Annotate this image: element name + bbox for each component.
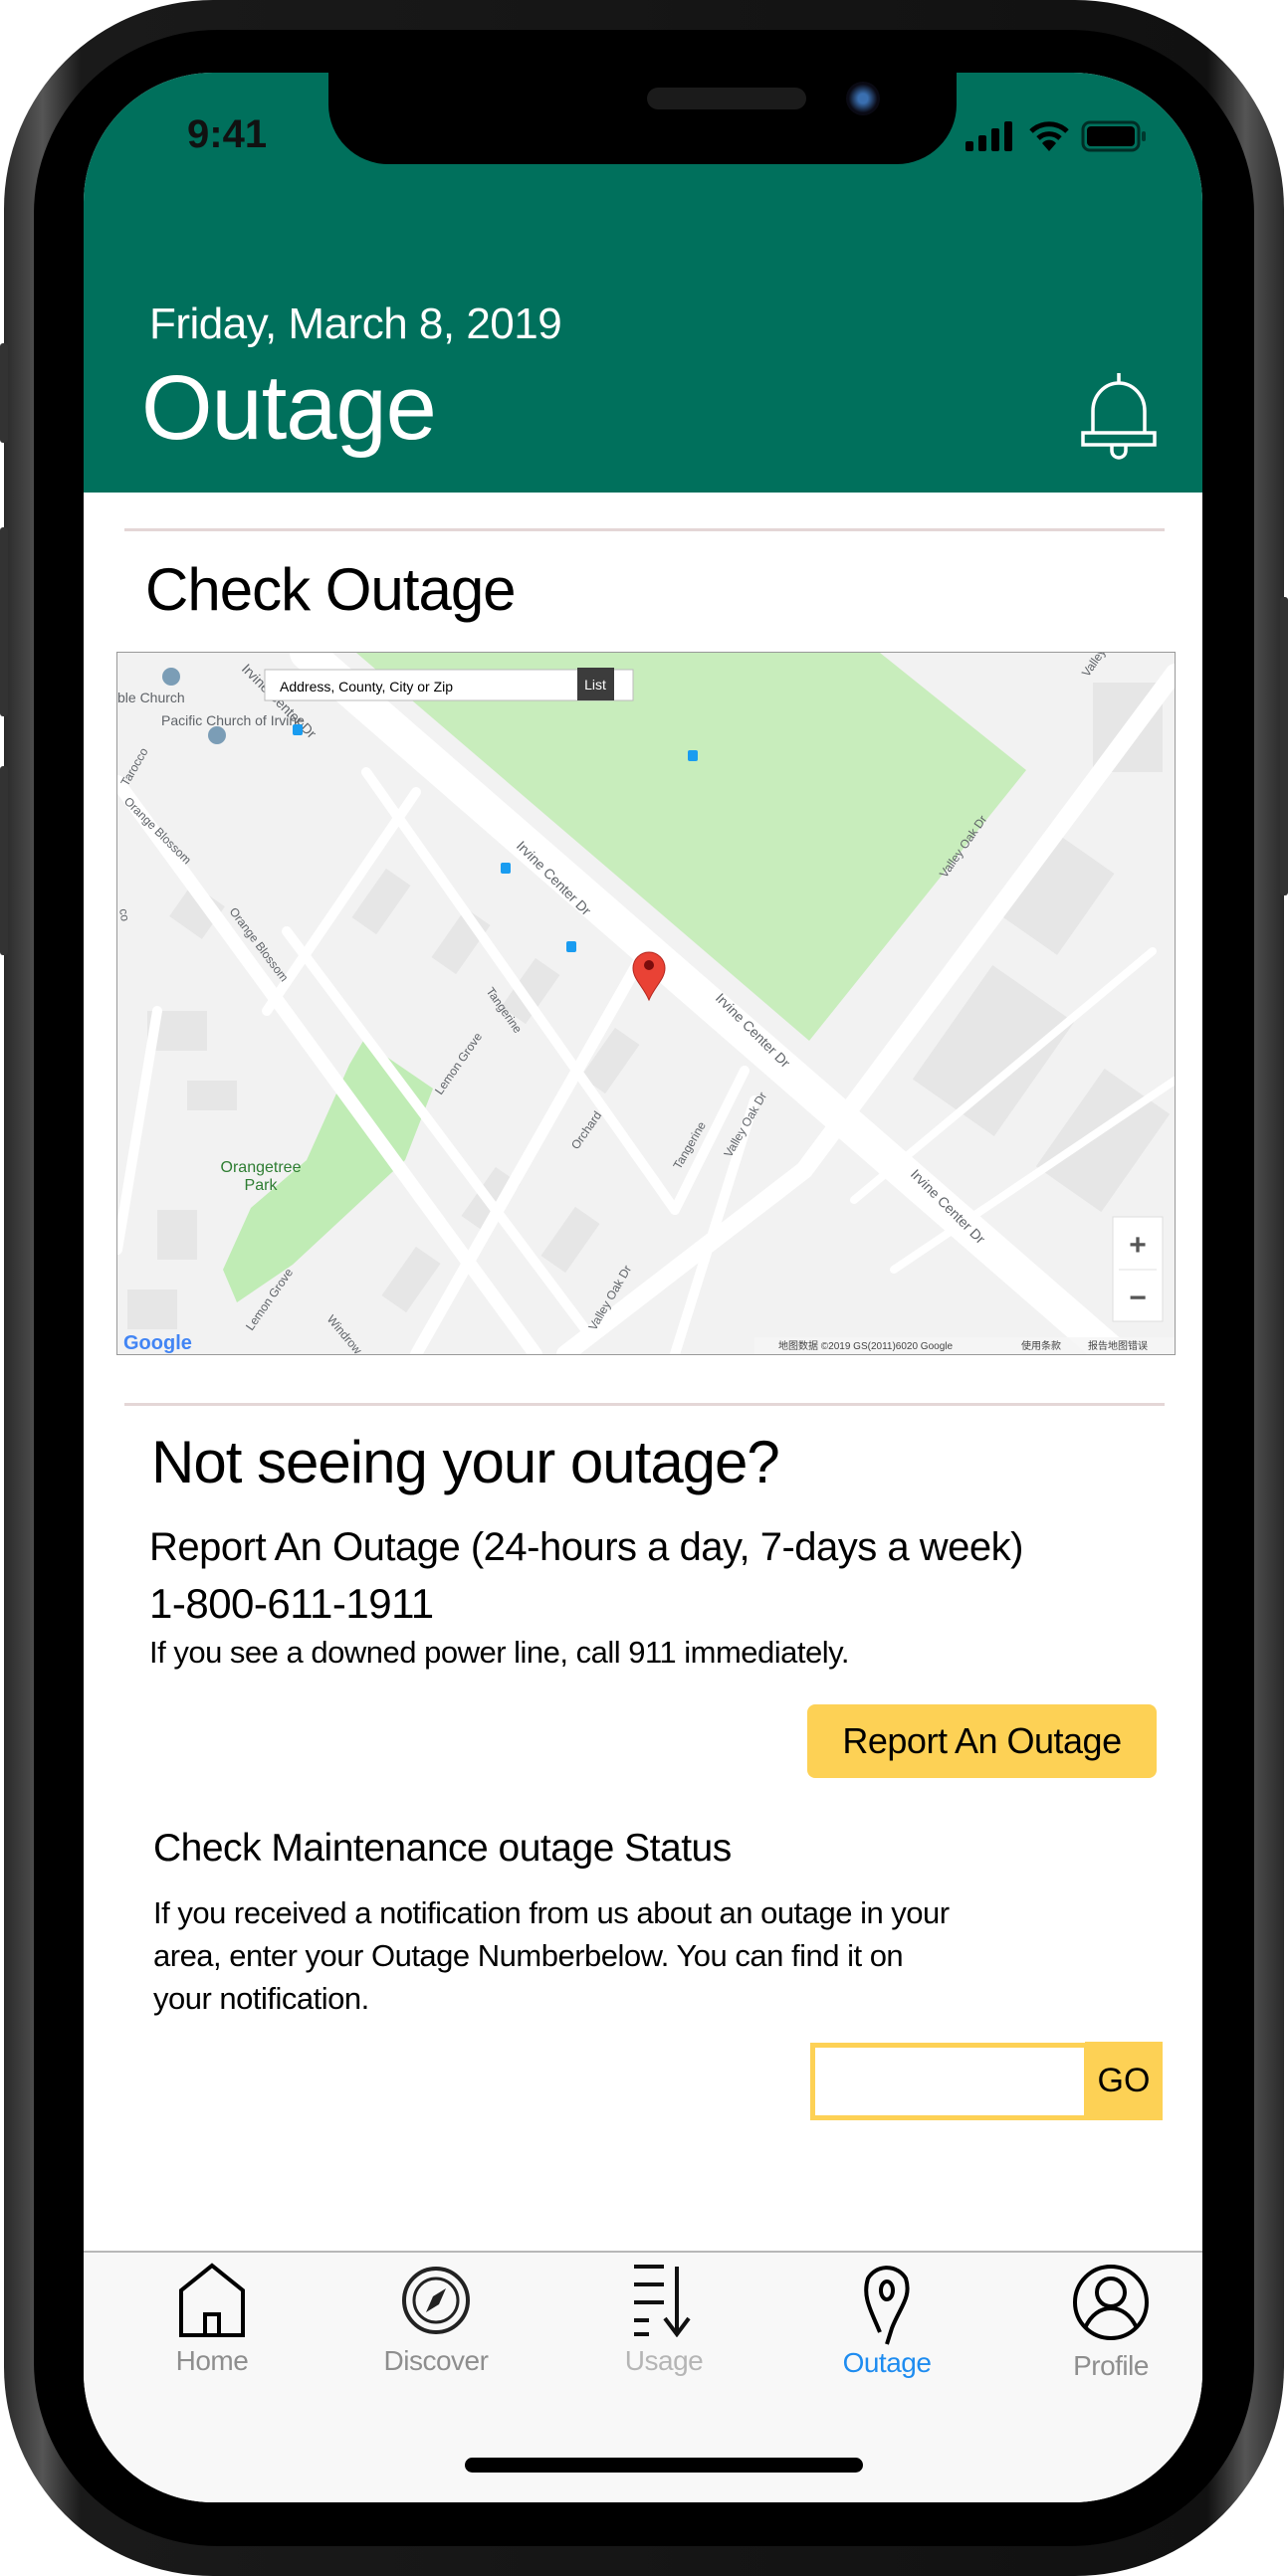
list-button[interactable]: List bbox=[577, 668, 614, 700]
map-label: ble Church bbox=[117, 690, 185, 705]
home-icon bbox=[179, 2263, 245, 2337]
tab-label: Usage bbox=[624, 2345, 704, 2376]
speaker bbox=[647, 88, 806, 109]
list-button-label: List bbox=[584, 677, 606, 693]
maintenance-text-line: If you received a notification from us a… bbox=[153, 1895, 950, 1930]
notch bbox=[328, 73, 957, 164]
maintenance-heading: Check Maintenance outage Status bbox=[153, 1827, 732, 1870]
wifi-icon bbox=[1029, 121, 1069, 151]
go-button[interactable]: GO bbox=[1085, 2042, 1163, 2120]
not-seeing-heading: Not seeing your outage? bbox=[151, 1429, 780, 1495]
report-phone[interactable]: 1-800-611-1911 bbox=[149, 1580, 434, 1628]
zoom-controls: + − bbox=[1112, 1216, 1164, 1322]
report-hours-text: Report An Outage (24-hours a day, 7-days… bbox=[149, 1525, 1023, 1569]
maintenance-text-line: area, enter your Outage Numberbelow. You… bbox=[153, 1938, 904, 1973]
tab-profile[interactable]: Profile bbox=[1021, 2263, 1200, 2382]
tab-home[interactable]: Home bbox=[122, 2263, 302, 2377]
tab-outage[interactable]: Outage bbox=[797, 2263, 976, 2379]
app-screen: 9:41 Friday, March 8, 2019 Outage Check … bbox=[84, 73, 1202, 2502]
profile-icon bbox=[1073, 2265, 1149, 2340]
page-title: Outage bbox=[141, 357, 437, 459]
tab-label: Profile bbox=[1073, 2350, 1149, 2381]
power-line-warning: If you see a downed power line, call 911… bbox=[149, 1635, 849, 1670]
map-attribution: 地图数据 ©2019 GS(2011)6020 Google bbox=[778, 1339, 953, 1352]
header-date: Friday, March 8, 2019 bbox=[149, 299, 562, 348]
bell-icon[interactable] bbox=[1079, 371, 1159, 461]
header: 9:41 Friday, March 8, 2019 Outage bbox=[84, 73, 1202, 493]
section-divider bbox=[124, 1403, 1165, 1406]
volume-down-button bbox=[0, 766, 8, 955]
maintenance-text-line: your notification. bbox=[153, 1981, 369, 2016]
zoom-in-button[interactable]: + bbox=[1129, 1229, 1147, 1262]
zoom-out-button[interactable]: − bbox=[1129, 1282, 1147, 1314]
tab-usage[interactable]: Usage bbox=[574, 2263, 753, 2377]
volume-up-button bbox=[0, 527, 8, 716]
report-map-error-link[interactable]: 报告地图错误 bbox=[1088, 1339, 1148, 1352]
map-label: Orangetree bbox=[221, 1159, 302, 1176]
map-search-placeholder: Address, County, City or Zip bbox=[280, 679, 453, 694]
battery-icon bbox=[1081, 120, 1146, 152]
compass-icon bbox=[402, 2267, 470, 2334]
home-indicator[interactable] bbox=[465, 2458, 863, 2473]
outage-map[interactable]: ble Church Pacific Church of Irvine Taro… bbox=[116, 652, 1176, 1355]
report-outage-button[interactable]: Report An Outage bbox=[807, 1704, 1157, 1778]
mute-switch bbox=[0, 343, 8, 443]
tab-label: Home bbox=[175, 2345, 249, 2376]
tab-label: Discover bbox=[383, 2345, 489, 2376]
terms-link[interactable]: 使用条款 bbox=[1021, 1339, 1061, 1352]
tab-label: Outage bbox=[842, 2347, 932, 2378]
usage-list-icon bbox=[634, 2265, 691, 2337]
map-label: Park bbox=[245, 1177, 279, 1194]
signal-icon bbox=[966, 121, 1012, 151]
front-camera bbox=[846, 82, 880, 115]
check-outage-heading: Check Outage bbox=[145, 556, 517, 623]
google-logo: Google bbox=[123, 1332, 192, 1354]
status-icons bbox=[966, 120, 1147, 152]
status-time: 9:41 bbox=[187, 112, 268, 156]
location-pin-icon bbox=[864, 2266, 910, 2345]
outage-number-input[interactable] bbox=[810, 2043, 1089, 2120]
tab-discover[interactable]: Discover bbox=[346, 2263, 526, 2377]
power-button bbox=[1280, 597, 1288, 895]
section-divider bbox=[124, 528, 1165, 531]
